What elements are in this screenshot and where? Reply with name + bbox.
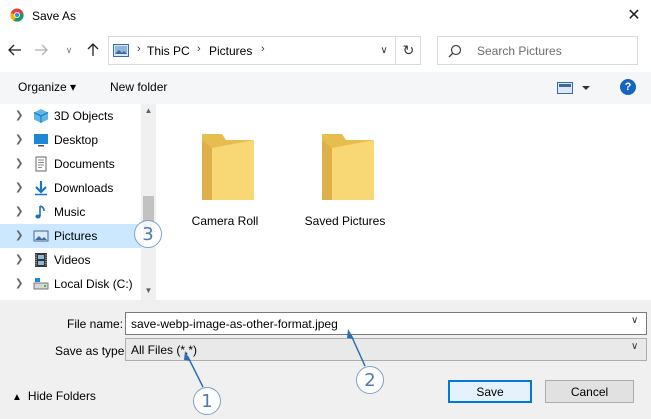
music-note-icon bbox=[35, 205, 45, 219]
pictures-icon bbox=[33, 230, 49, 242]
arrow-left-icon bbox=[8, 44, 21, 56]
navigation-pane: ❯ 3D Objects ❯ Desktop ❯ Documents ❯ Dow… bbox=[0, 104, 158, 300]
download-arrow-icon bbox=[35, 181, 47, 196]
chevron-down-icon: ∨ bbox=[65, 44, 73, 55]
breadcrumb-separator: › bbox=[137, 43, 141, 55]
folder-item-saved-pictures[interactable]: Saved Pictures bbox=[290, 116, 400, 228]
sidebar-item-label: Videos bbox=[54, 253, 91, 267]
chrome-icon bbox=[10, 8, 24, 22]
sidebar-item-label: Pictures bbox=[54, 229, 98, 243]
annotation-callout-2: 2 bbox=[356, 366, 384, 394]
chevron-right-icon[interactable]: ❯ bbox=[15, 278, 23, 289]
breadcrumb-separator: › bbox=[197, 43, 201, 55]
cube-icon bbox=[33, 109, 49, 123]
chevron-down-icon: ∨ bbox=[380, 45, 388, 56]
refresh-icon: ↻ bbox=[402, 42, 415, 58]
close-icon: ✕ bbox=[627, 7, 641, 24]
filename-label: File name: bbox=[67, 317, 124, 331]
breadcrumb-this-pc[interactable]: This PC bbox=[147, 44, 190, 58]
sidebar-item-label: 3D Objects bbox=[54, 109, 114, 123]
chevron-down-icon: ∨ bbox=[631, 341, 639, 352]
breadcrumb-pictures[interactable]: Pictures bbox=[209, 44, 252, 58]
chevron-right-icon[interactable]: ❯ bbox=[15, 134, 23, 145]
chevron-right-icon[interactable]: ❯ bbox=[15, 110, 23, 121]
save-as-type-select[interactable]: All Files (*.*) ∨ bbox=[125, 338, 647, 361]
sidebar-item-documents[interactable]: ❯ Documents bbox=[0, 152, 141, 176]
sidebar-item-label: Documents bbox=[54, 157, 115, 171]
breadcrumb-separator: › bbox=[261, 43, 265, 55]
drive-icon bbox=[33, 278, 49, 290]
save-as-type-label: Save as type: bbox=[55, 344, 128, 358]
sidebar-item-label: Local Disk (C:) bbox=[54, 277, 133, 291]
chevron-right-icon[interactable]: ❯ bbox=[15, 230, 23, 241]
file-list-pane: Camera Roll Saved Pictures bbox=[158, 104, 651, 300]
film-icon bbox=[35, 253, 47, 267]
title-bar: Save As ✕ bbox=[0, 0, 651, 31]
sidebar-item-music[interactable]: ❯ Music bbox=[0, 200, 141, 224]
close-button[interactable]: ✕ bbox=[620, 3, 648, 27]
chevron-right-icon[interactable]: ❯ bbox=[15, 158, 23, 169]
chevron-up-icon: ▲ bbox=[12, 392, 22, 403]
scroll-down-arrow-icon[interactable]: ▼ bbox=[141, 286, 156, 298]
search-placeholder: Search Pictures bbox=[477, 44, 562, 58]
sidebar-item-label: Desktop bbox=[54, 133, 99, 147]
hide-folders-button[interactable]: ▲ Hide Folders bbox=[12, 389, 96, 403]
pictures-location-icon bbox=[113, 44, 129, 57]
hide-folders-label: Hide Folders bbox=[27, 389, 96, 403]
folder-item-camera-roll[interactable]: Camera Roll bbox=[170, 116, 280, 228]
window-title: Save As bbox=[32, 9, 77, 23]
filename-value: save-webp-image-as-other-format.jpeg bbox=[131, 317, 338, 331]
sidebar-item-pictures[interactable]: ❯ Pictures bbox=[0, 224, 141, 248]
sidebar-item-downloads[interactable]: ❯ Downloads bbox=[0, 176, 141, 200]
sidebar-item-label: Downloads bbox=[54, 181, 114, 195]
documents-icon bbox=[35, 156, 47, 172]
sidebar-item-videos[interactable]: ❯ Videos bbox=[0, 248, 141, 272]
recent-locations-button[interactable]: ∨ bbox=[62, 39, 76, 61]
chevron-right-icon[interactable]: ❯ bbox=[15, 254, 23, 265]
arrow-right-icon bbox=[35, 44, 48, 56]
sidebar-scrollbar[interactable]: ▲ ▼ bbox=[141, 104, 156, 300]
chevron-down-icon[interactable]: ∨ bbox=[631, 315, 638, 326]
refresh-button[interactable]: ↻ bbox=[395, 37, 421, 64]
search-icon bbox=[448, 44, 462, 58]
chevron-right-icon[interactable]: ❯ bbox=[15, 206, 23, 217]
change-view-button[interactable] bbox=[557, 80, 593, 96]
folder-icon bbox=[322, 134, 374, 200]
save-button[interactable]: Save bbox=[448, 380, 532, 403]
annotation-callout-1: 1 bbox=[193, 387, 221, 415]
scroll-up-arrow-icon[interactable]: ▲ bbox=[141, 106, 156, 118]
command-toolbar: Organize ▾ New folder ? bbox=[0, 72, 651, 104]
back-button[interactable] bbox=[4, 39, 26, 61]
help-button[interactable]: ? bbox=[620, 79, 636, 95]
desktop-icon bbox=[34, 134, 48, 147]
arrow-up-icon bbox=[87, 43, 99, 56]
folder-label: Saved Pictures bbox=[304, 214, 386, 228]
annotation-callout-3: 3 bbox=[134, 220, 162, 248]
organize-button[interactable]: Organize ▾ bbox=[18, 80, 76, 94]
save-options-panel: File name: save-webp-image-as-other-form… bbox=[0, 300, 651, 419]
help-icon: ? bbox=[624, 81, 632, 93]
folder-label: Camera Roll bbox=[191, 214, 259, 228]
sidebar-item-label: Music bbox=[54, 205, 86, 219]
up-button[interactable] bbox=[82, 39, 104, 61]
filename-input[interactable]: save-webp-image-as-other-format.jpeg ∨ bbox=[125, 312, 647, 335]
sidebar-item-desktop[interactable]: ❯ Desktop bbox=[0, 128, 141, 152]
address-bar[interactable]: › This PC › Pictures › ∨ ↻ bbox=[108, 36, 421, 65]
cancel-button[interactable]: Cancel bbox=[545, 380, 634, 403]
forward-button[interactable] bbox=[30, 39, 52, 61]
search-input[interactable]: Search Pictures bbox=[437, 36, 638, 65]
folder-icon bbox=[202, 134, 254, 200]
chevron-right-icon[interactable]: ❯ bbox=[15, 182, 23, 193]
sidebar-item-3d-objects[interactable]: ❯ 3D Objects bbox=[0, 104, 141, 128]
address-dropdown-button[interactable]: ∨ bbox=[373, 37, 395, 64]
view-icon bbox=[557, 82, 590, 94]
sidebar-item-local-disk[interactable]: ❯ Local Disk (C:) bbox=[0, 272, 141, 296]
new-folder-button[interactable]: New folder bbox=[110, 80, 167, 94]
save-as-type-value: All Files (*.*) bbox=[131, 343, 198, 357]
